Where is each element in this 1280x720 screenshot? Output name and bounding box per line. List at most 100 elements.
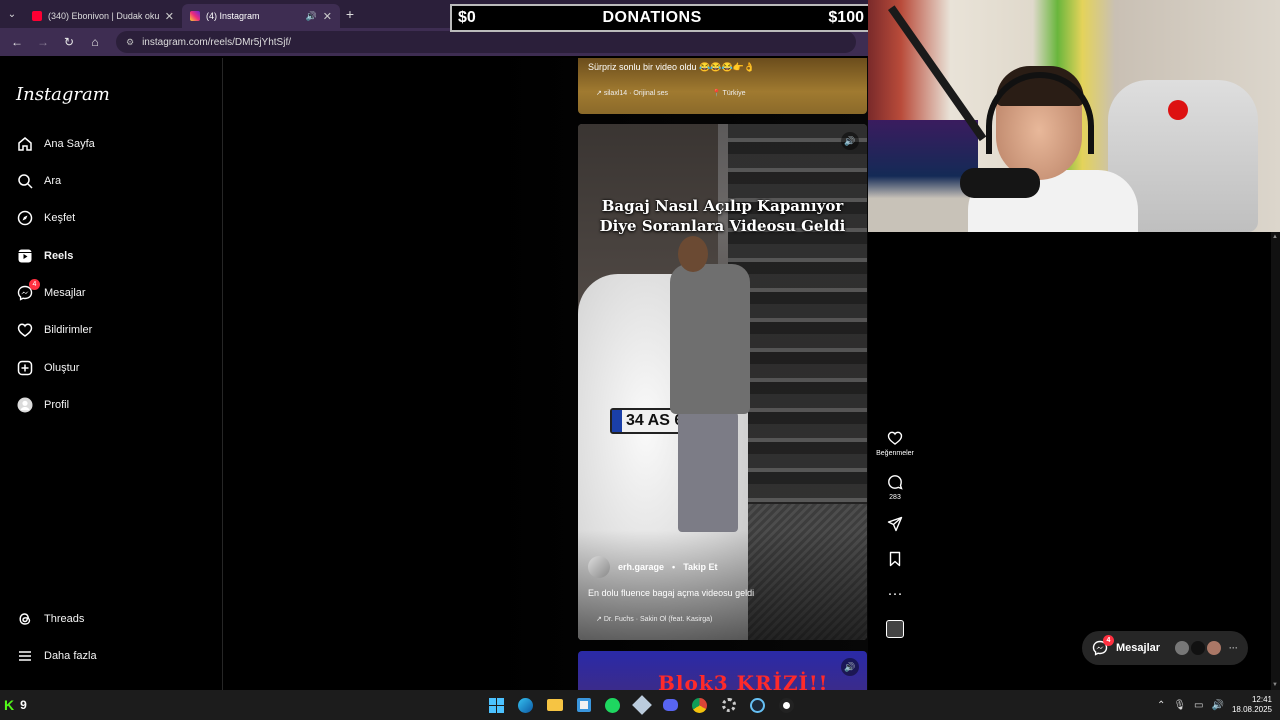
next-reel-title: Blok3 KRİZİ!!	[658, 671, 829, 691]
next-reel[interactable]: Blok3 KRİZİ!! 🔊	[578, 651, 867, 691]
address-bar[interactable]: ⚙ instagram.com/reels/DMr5jYhtSjf/	[116, 31, 856, 53]
scroll-up-icon[interactable]: ▲	[1272, 234, 1278, 240]
discord-icon[interactable]	[656, 690, 685, 720]
nav-messages[interactable]: 4 Mesajlar	[16, 279, 86, 305]
nav-threads[interactable]: Threads	[16, 607, 84, 631]
nav-label: Oluştur	[44, 362, 80, 374]
page-scrollbar[interactable]: ▲ ▼	[1271, 232, 1280, 690]
tab-instagram[interactable]: (4) Instagram 🔊 ✕	[182, 4, 340, 28]
spotify-icon[interactable]	[598, 690, 627, 720]
new-tab-button[interactable]: +	[340, 6, 360, 22]
video-person	[670, 264, 750, 414]
taskbar-apps	[482, 690, 801, 720]
home-button[interactable]: ⌂	[84, 31, 106, 53]
messages-pill-label: Mesajlar	[1116, 642, 1161, 654]
file-explorer-icon[interactable]	[540, 690, 569, 720]
page-background	[868, 232, 1280, 690]
site-info-icon[interactable]: ⚙	[126, 37, 134, 48]
nav-profile[interactable]: Profil	[16, 393, 69, 417]
nav-label: Bildirimler	[44, 324, 93, 336]
more-options-button[interactable]: ···	[872, 586, 918, 602]
close-tab-icon[interactable]: ✕	[165, 10, 174, 23]
caption-gradient	[578, 530, 867, 640]
menu-icon	[16, 647, 34, 665]
audio-thumbnail[interactable]	[872, 620, 918, 638]
nav-home[interactable]: Ana Sayfa	[16, 132, 95, 156]
separator: •	[672, 562, 676, 572]
close-tab-icon[interactable]: ✕	[323, 10, 332, 23]
back-button[interactable]: ←	[6, 31, 28, 53]
volume-icon[interactable]: 🔊	[1212, 700, 1224, 711]
author-username[interactable]: erh.garage	[618, 562, 664, 572]
scroll-down-icon[interactable]: ▼	[1272, 682, 1278, 688]
nav-label: Ana Sayfa	[44, 138, 95, 150]
comment-button[interactable]: 283	[872, 474, 918, 501]
reel-audio[interactable]: ↗ silaxl14 · Orijinal ses	[596, 89, 668, 97]
threads-icon	[16, 610, 34, 628]
forward-button[interactable]: →	[32, 31, 54, 53]
save-button[interactable]	[872, 551, 918, 571]
tab-title: (4) Instagram	[206, 11, 260, 21]
instagram-logo[interactable]: Instagram	[16, 84, 110, 105]
reel-location[interactable]: 📍 Türkiye	[712, 89, 746, 97]
nav-label: Daha fazla	[44, 650, 97, 662]
obs-icon[interactable]	[772, 690, 801, 720]
tab-youtube[interactable]: (340) Ebonivon | Dudak okuma ✕	[24, 4, 182, 28]
video-person	[678, 236, 708, 272]
clock-date: 18.08.2025	[1231, 705, 1272, 714]
previous-reel[interactable]: Sürpriz sonlu bir video oldu 😂😂😂👉👌 ↗ sil…	[578, 58, 867, 114]
edge-icon[interactable]	[511, 690, 540, 720]
nav-label: Profil	[44, 399, 70, 411]
steam-icon[interactable]	[743, 690, 772, 720]
avatar	[1191, 641, 1205, 655]
like-button[interactable]: Beğenmeler	[872, 430, 918, 457]
nav-explore[interactable]: Keşfet	[16, 206, 75, 230]
chrome-icon[interactable]	[685, 690, 714, 720]
chevron-up-icon[interactable]: ⌃	[1157, 700, 1165, 711]
kick-icon: K	[4, 697, 15, 713]
donations-label: DONATIONS	[602, 9, 702, 26]
network-icon[interactable]: ▭	[1194, 700, 1203, 711]
settings-icon[interactable]	[714, 690, 743, 720]
compass-icon	[16, 209, 34, 227]
chair-logo	[1168, 100, 1188, 120]
clock[interactable]: 12:41 18.08.2025	[1232, 695, 1272, 715]
heart-icon	[887, 430, 903, 450]
follow-button[interactable]: Takip Et	[683, 562, 717, 572]
instagram-sidebar: Instagram Ana Sayfa Ara Keşfet Reels 4 M…	[0, 58, 223, 690]
avatar-icon	[16, 396, 34, 414]
tab-list-button[interactable]: ⌄	[0, 0, 24, 28]
microphone-icon[interactable]: 🎙	[1173, 700, 1186, 711]
audio-label: Dr. Fuchs · Sakin Ol (feat. Kasirga)	[603, 616, 713, 623]
current-reel-video[interactable]: 34 AS 61 Bagaj Nasıl Açılıp Kapanıyor Di…	[578, 124, 867, 640]
more-icon: ···	[887, 585, 903, 602]
avatar	[1175, 641, 1189, 655]
volume-icon[interactable]: 🔊	[841, 132, 859, 150]
volume-icon[interactable]: 🔊	[841, 658, 859, 676]
app-icon[interactable]	[627, 690, 656, 720]
nav-label: Reels	[44, 250, 74, 262]
system-tray: ⌃ 🎙 ▭ 🔊 12:41 18.08.2025	[1157, 690, 1272, 720]
share-button[interactable]	[872, 516, 918, 536]
comment-icon	[887, 474, 903, 494]
microphone	[960, 168, 1040, 198]
speaker-icon[interactable]: 🔊	[306, 11, 317, 22]
nav-search[interactable]: Ara	[16, 169, 61, 193]
heart-icon	[16, 321, 34, 339]
reload-button[interactable]: ↻	[58, 31, 80, 53]
messages-badge: 4	[1103, 635, 1114, 646]
author-avatar[interactable]	[588, 556, 610, 578]
reel-caption[interactable]: En dolu fluence bagaj açma videosu geldi	[588, 588, 754, 598]
nav-more[interactable]: Daha fazla	[16, 644, 97, 668]
nav-reels[interactable]: Reels	[16, 244, 73, 268]
reel-audio[interactable]: ↗ Dr. Fuchs · Sakin Ol (feat. Kasirga)	[596, 615, 712, 623]
nav-label: Keşfet	[44, 212, 76, 224]
start-button[interactable]	[482, 690, 511, 720]
nav-create[interactable]: Oluştur	[16, 356, 79, 380]
plus-square-icon	[16, 359, 34, 377]
store-icon[interactable]	[569, 690, 598, 720]
messages-pill[interactable]: 4 Mesajlar ···	[1082, 631, 1248, 665]
nav-notifications[interactable]: Bildirimler	[16, 318, 92, 342]
kick-widget[interactable]: K 9	[4, 690, 27, 720]
reel-author: erh.garage • Takip Et	[588, 556, 718, 578]
